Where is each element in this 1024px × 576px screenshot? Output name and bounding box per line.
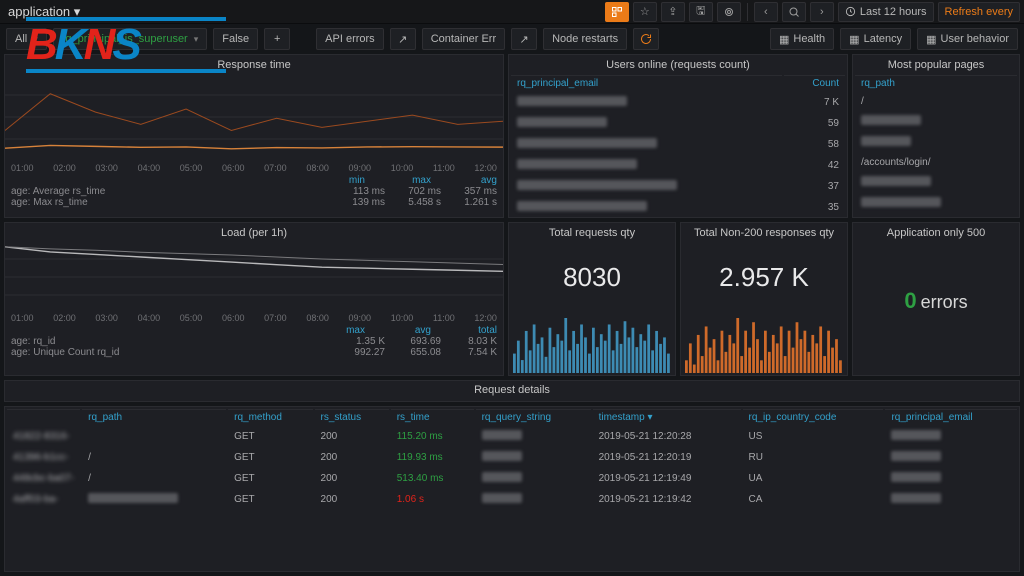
detail-col[interactable]: rq_path [82,409,226,425]
panel-request-details: rq_pathrq_methodrs_statusrs_timerq_query… [4,406,1020,572]
panel-response-time: Response time 01:0002:0003:0004:0005:000… [4,54,504,218]
total-requests-value: 8030 [563,262,621,293]
link-container-err[interactable]: Container Err [422,28,505,50]
table-row[interactable] [855,173,1017,192]
panel-title: Application only 500 [853,223,1019,241]
table-row[interactable] [855,112,1017,131]
legend-header: maxavgtotal [11,325,497,336]
legend-row: age: Unique Count rq_id992.27655.087.54 … [11,347,497,358]
time-range-picker[interactable]: Last 12 hours [838,2,934,22]
col-email[interactable]: rq_principal_email [511,75,782,91]
zoom-back-button[interactable]: ‹ [754,2,778,22]
refresh-picker[interactable]: Refresh every [938,2,1020,22]
table-row[interactable]: 42 [511,156,845,175]
tab-latency[interactable]: ▦ Latency [840,28,911,50]
panel-app-500: Application only 500 0errors [852,222,1020,376]
link-node-restarts[interactable]: Node restarts [543,28,627,50]
refresh-label: Refresh every [945,6,1013,18]
col-count[interactable]: Count [784,75,845,91]
refresh-icon [640,33,652,45]
non200-bars [685,313,843,373]
detail-col[interactable]: rq_method [228,409,312,425]
detail-col[interactable]: rq_ip_country_code [743,409,884,425]
legend-header: minmaxavg [11,175,497,186]
panel-title: Total requests qty [509,223,675,241]
col-path[interactable]: rq_path [855,75,1017,91]
panel-title: Most popular pages [853,55,1019,73]
panel-title: Total Non-200 responses qty [681,223,847,241]
share-button[interactable]: ⇪ [661,2,685,22]
link-api-errors[interactable]: API errors [316,28,384,50]
save-button[interactable]: 🖫 [689,2,713,22]
add-filter-button[interactable]: + [264,28,290,50]
legend-row: age: Average rs_time113 ms702 ms357 ms [11,186,497,197]
panel-title: Load (per 1h) [5,223,503,241]
errors-value: 0errors [904,288,967,314]
panel-popular-pages: Most popular pages rq_path / /accounts/lo… [852,54,1020,218]
response-xticks: 01:0002:0003:0004:0005:0006:0007:0008:00… [5,163,503,173]
detail-col[interactable]: rs_status [315,409,389,425]
link-api-errors-icon[interactable]: ↗ [390,28,416,50]
link-node-restarts-icon[interactable] [633,28,659,50]
panel-title: Users online (requests count) [509,55,847,73]
detail-col[interactable]: rs_time [391,409,474,425]
table-row[interactable] [855,194,1017,213]
filter-bar: All rq_principal_is_superuser False + AP… [0,24,1024,54]
load-chart[interactable] [5,241,503,313]
zoom-out-button[interactable] [782,2,806,22]
overlay-logo: BKNS [26,20,139,70]
table-row[interactable] [855,133,1017,152]
panel-load: Load (per 1h) 01:0002:0003:0004:0005:000… [4,222,504,376]
add-panel-button[interactable] [605,2,629,22]
table-row[interactable]: 59 [511,114,845,133]
table-row[interactable]: 37 [511,177,845,196]
total-requests-bars [513,313,671,373]
table-row[interactable]: 41396-b1cc- / GET 200 119.93 ms 2019-05-… [7,448,1017,467]
legend-row: age: Max rs_time139 ms5.458 s1.261 s [11,197,497,208]
detail-col[interactable]: rq_principal_email [885,409,1017,425]
table-row[interactable]: 4aff03-ba- GET 200 1.06 s 2019-05-21 12:… [7,490,1017,509]
time-range-label: Last 12 hours [860,6,927,18]
clock-icon [845,6,856,17]
table-row[interactable]: 41822-8316- GET 200 115.20 ms 2019-05-21… [7,427,1017,446]
non200-value: 2.957 K [719,262,809,293]
details-row-header[interactable]: Request details [4,380,1020,402]
detail-col[interactable]: timestamp ▾ [593,409,741,425]
panel-users-online: Users online (requests count) rq_princip… [508,54,848,218]
tab-health[interactable]: ▦ Health [770,28,834,50]
table-row[interactable]: /accounts/login/ [855,154,1017,171]
response-time-chart[interactable] [5,73,503,163]
filter-false[interactable]: False [213,28,258,50]
tab-user-behavior[interactable]: ▦ User behavior [917,28,1018,50]
load-xticks: 01:0002:0003:0004:0005:0006:0007:0008:00… [5,313,503,323]
detail-col[interactable]: rq_query_string [476,409,591,425]
legend-row: age: rq_id1.35 K693.698.03 K [11,336,497,347]
gear-icon [723,6,735,18]
zoom-fwd-button[interactable]: › [810,2,834,22]
panel-non200: Total Non-200 responses qty 2.957 K [680,222,848,376]
table-row[interactable]: 448cbc-ba07- / GET 200 513.40 ms 2019-05… [7,469,1017,488]
zoom-icon [788,6,800,18]
table-row[interactable]: 7 K [511,93,845,112]
table-row[interactable]: 35 [511,198,845,217]
panel-total-requests: Total requests qty 8030 [508,222,676,376]
table-row[interactable]: / [855,93,1017,110]
link-container-err-icon[interactable]: ↗ [511,28,537,50]
settings-button[interactable] [717,2,741,22]
table-row[interactable]: 58 [511,135,845,154]
star-button[interactable]: ☆ [633,2,657,22]
